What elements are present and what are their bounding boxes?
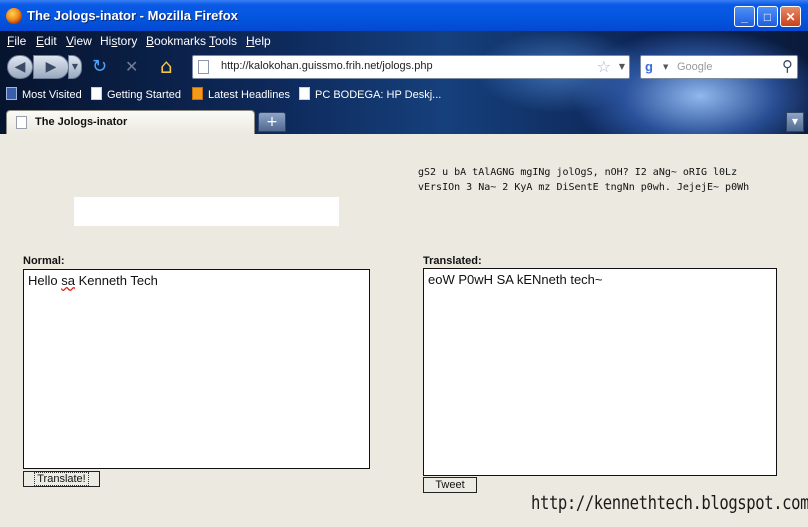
home-icon[interactable]: ⌂	[160, 55, 182, 77]
address-bar[interactable]: http://kalokohan.guissmo.frih.net/jologs…	[192, 55, 630, 79]
maximize-button[interactable]: □	[757, 6, 778, 27]
bookmark-most-visited[interactable]: Most Visited	[6, 87, 82, 101]
bookmark-star-icon[interactable]: ☆	[597, 57, 611, 76]
blank-white-box	[74, 197, 339, 226]
url-dropdown-icon[interactable]: ▼	[619, 62, 625, 71]
reload-icon[interactable]: ↻	[92, 58, 110, 76]
normal-label: Normal:	[23, 255, 65, 267]
minimize-button[interactable]: _	[734, 6, 755, 27]
menu-bar: File Edit View History Bookmarks Tools H…	[0, 31, 808, 51]
page-icon	[299, 87, 310, 100]
close-button[interactable]: ✕	[780, 6, 801, 27]
firefox-logo-icon	[6, 8, 22, 24]
scrolling-marquee-text: gS2 u bA tAlAGNG mgINg jolOgS, nOH? I2 a…	[418, 167, 750, 193]
search-bar[interactable]: g ▼ Google ⚲	[640, 55, 798, 79]
tweet-button[interactable]: Tweet	[423, 477, 477, 493]
bookmark-pc-bodega[interactable]: PC BODEGA: HP Deskj...	[299, 87, 441, 101]
rss-icon	[192, 87, 203, 100]
translated-textarea[interactable]: eoW P0wH SA kENneth tech~	[423, 268, 777, 476]
bookmarks-toolbar: Most Visited Getting Started Latest Head…	[0, 84, 808, 104]
list-all-tabs-button[interactable]: ▼	[786, 112, 804, 132]
menu-view[interactable]: View	[66, 34, 92, 48]
tab-jologs-inator[interactable]: The Jologs-inator	[6, 110, 255, 134]
menu-tools[interactable]: Tools	[209, 34, 237, 48]
google-icon[interactable]: g	[645, 59, 661, 75]
menu-history[interactable]: History	[100, 34, 137, 48]
history-dropdown-button[interactable]: ▼	[68, 55, 82, 79]
search-engine-dropdown-icon[interactable]: ▼	[663, 63, 668, 71]
chevron-down-icon: ▼	[791, 117, 799, 126]
bookmark-getting-started[interactable]: Getting Started	[91, 87, 181, 101]
blog-url-watermark: http://kennethtech.blogspot.com/	[531, 492, 808, 514]
page-icon	[91, 87, 102, 100]
translated-label: Translated:	[423, 255, 482, 267]
page-icon	[16, 116, 27, 129]
navigation-toolbar: ◀ ▶ ▼ ↻ ✕ ⌂ http://kalokohan.guissmo.fri…	[0, 51, 808, 83]
back-arrow-icon: ◀	[14, 59, 26, 75]
forward-arrow-icon: ▶	[45, 59, 57, 75]
search-icon[interactable]: ⚲	[782, 57, 793, 75]
menu-file[interactable]: File	[7, 34, 26, 48]
back-button[interactable]: ◀	[7, 55, 33, 79]
most-visited-icon	[6, 87, 17, 100]
tab-strip: The Jologs-inator + ▼	[0, 106, 808, 134]
search-input[interactable]: Google	[677, 61, 712, 73]
window-title-bar[interactable]: The Jologs-inator - Mozilla Firefox _ □ …	[0, 0, 808, 32]
window-title: The Jologs-inator - Mozilla Firefox	[27, 8, 238, 23]
menu-edit[interactable]: Edit	[36, 34, 57, 48]
chevron-down-icon: ▼	[71, 62, 79, 71]
tab-label: The Jologs-inator	[35, 116, 128, 128]
page-icon	[198, 60, 209, 74]
translate-button[interactable]: Translate!	[23, 471, 100, 487]
misspelled-word: sa	[61, 273, 75, 288]
url-text[interactable]: http://kalokohan.guissmo.frih.net/jologs…	[221, 60, 433, 72]
page-content: gS2 u bA tAlAGNG mgINg jolOgS, nOH? I2 a…	[0, 134, 808, 527]
new-tab-button[interactable]: +	[258, 112, 286, 132]
plus-icon: +	[266, 114, 278, 130]
stop-icon[interactable]: ✕	[125, 57, 138, 76]
browser-chrome: File Edit View History Bookmarks Tools H…	[0, 31, 808, 134]
normal-textarea[interactable]: Hello sa Kenneth Tech	[23, 269, 370, 469]
menu-bookmarks[interactable]: Bookmarks	[146, 34, 206, 48]
menu-help[interactable]: Help	[246, 34, 271, 48]
forward-button[interactable]: ▶	[33, 55, 69, 79]
bookmark-latest-headlines[interactable]: Latest Headlines	[192, 87, 290, 101]
